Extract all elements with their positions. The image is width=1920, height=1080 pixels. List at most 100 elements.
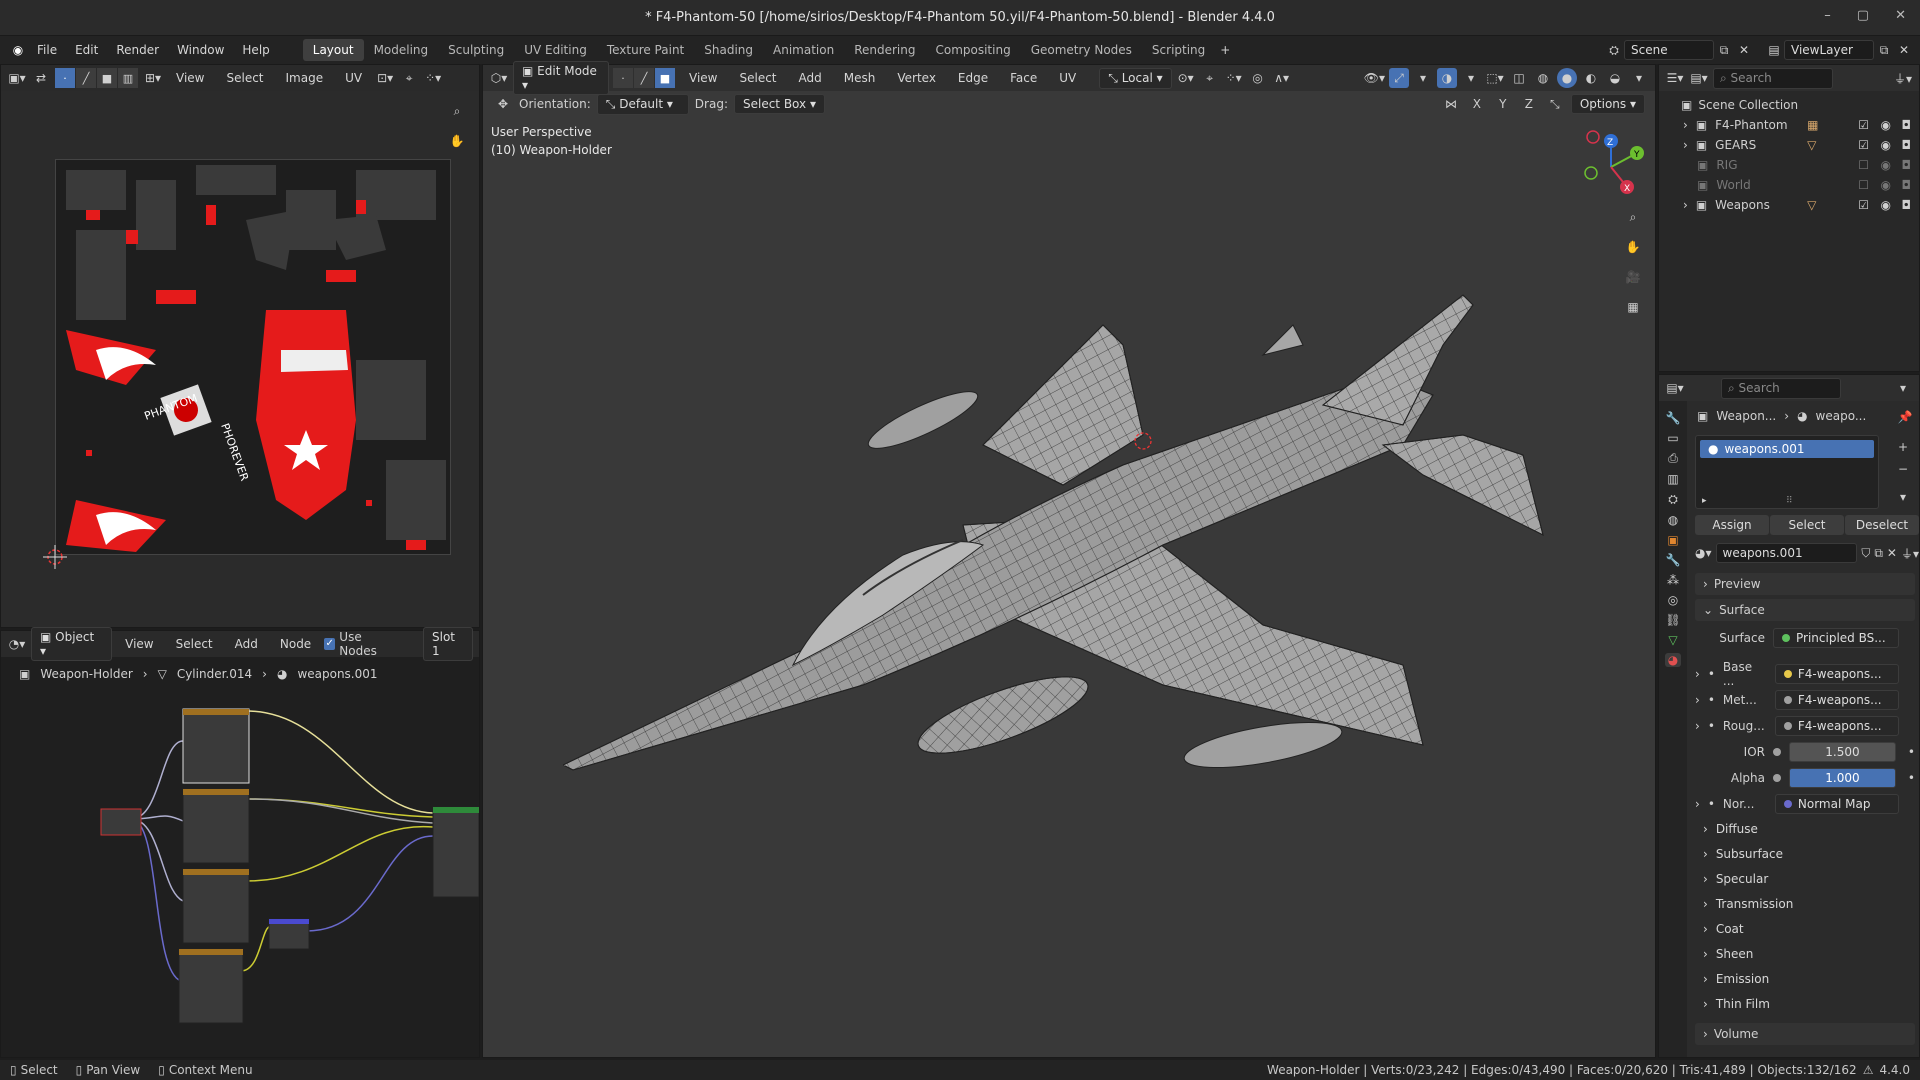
surface-shader-select[interactable]: Principled BS... (1773, 628, 1899, 648)
volume-panel[interactable]: › Volume (1695, 1023, 1915, 1045)
tab-layout[interactable]: Layout (302, 39, 364, 61)
edge-mode-icon[interactable]: ╱ (634, 68, 654, 88)
particles-tab-icon[interactable]: ⁂ (1667, 573, 1679, 587)
2d-cursor-icon[interactable] (43, 545, 67, 569)
eye-icon[interactable]: ◉ (1881, 158, 1891, 172)
outliner-item[interactable]: › ▣ Weapons ▽ ☑ ◉ ◘ (1659, 195, 1919, 215)
outliner-type-icon[interactable]: ☰▾ (1665, 68, 1685, 88)
world-tab-icon[interactable]: ◍ (1668, 513, 1678, 527)
outliner-item[interactable]: › ▣ GEARS ▽ ☑ ◉ ◘ (1659, 135, 1919, 155)
output-tab-icon[interactable]: ⎙ (1668, 451, 1678, 466)
expand-list-icon[interactable]: ▸ (1702, 496, 1707, 506)
tab-scripting[interactable]: Scripting (1142, 39, 1215, 61)
material-filter-icon[interactable]: ⏚▾ (1901, 545, 1919, 562)
material-tab-icon[interactable]: ◕ (1664, 653, 1682, 667)
pivot-icon[interactable]: ⊡▾ (375, 68, 395, 88)
filter-icon[interactable]: ⏚▾ (1893, 68, 1913, 88)
mode-select[interactable]: ▣ Edit Mode ▾ (513, 61, 609, 95)
gizmo-menu-icon[interactable]: ▾ (1413, 68, 1433, 88)
section-coat[interactable]: › Coat (1703, 919, 1744, 939)
mirror-y-toggle[interactable]: Y (1493, 94, 1513, 114)
ortho-toggle-icon[interactable]: ▦ (1623, 297, 1643, 317)
proportional-edit-icon[interactable]: ◎ (1248, 68, 1268, 88)
mirror-z-toggle[interactable]: Z (1519, 94, 1539, 114)
deselect-button[interactable]: Deselect (1845, 515, 1919, 535)
snap-toggle-icon[interactable]: ⌖ (1200, 68, 1220, 88)
scene-collection-row[interactable]: ▣ Scene Collection (1659, 95, 1919, 115)
slot-menu-icon[interactable]: ▾ (1893, 487, 1913, 507)
unlink-material-icon[interactable]: ✕ (1887, 546, 1897, 560)
vp-menu-uv[interactable]: UV (1050, 71, 1085, 85)
material-slot-item[interactable]: ● weapons.001 (1700, 440, 1874, 458)
camera-icon[interactable]: ◘ (1902, 158, 1912, 172)
input-link-select[interactable]: F4-weapons... (1774, 664, 1899, 684)
overlay-toggle-icon[interactable]: ◑ (1437, 68, 1457, 88)
constraints-tab-icon[interactable]: ⛓ (1665, 613, 1680, 627)
tab-uv-editing[interactable]: UV Editing (514, 39, 597, 61)
tab-sculpting[interactable]: Sculpting (438, 39, 514, 61)
eye-icon[interactable]: ◉ (1881, 178, 1891, 192)
wireframe-shading-icon[interactable]: ◍ (1533, 68, 1553, 88)
select-button[interactable]: Select (1770, 515, 1844, 535)
camera-icon[interactable]: ◘ (1902, 138, 1912, 152)
material-name-field[interactable]: weapons.001 (1715, 543, 1858, 563)
drag-select[interactable]: Select Box ▾ (733, 94, 825, 114)
outliner-item[interactable]: ▣ World ☐ ◉ ◘ (1659, 175, 1919, 195)
navigation-gizmo[interactable]: Z Y X (1571, 127, 1651, 207)
gizmo-toggle-icon[interactable]: ⤢ (1389, 68, 1409, 88)
editor-type-icon[interactable]: ▣▾ (7, 68, 27, 88)
image-menu-image[interactable]: Image (277, 71, 333, 85)
expand-icon[interactable]: › (1683, 138, 1688, 152)
blender-logo-icon[interactable]: ◉ (8, 40, 28, 60)
pin-icon[interactable]: 📌 (1895, 407, 1915, 427)
eye-icon[interactable]: ◉ (1881, 118, 1891, 132)
include-checkbox[interactable]: ☑ (1858, 198, 1869, 212)
modifier-tab-icon[interactable]: 🔧 (1666, 553, 1681, 567)
add-workspace-icon[interactable]: + (1215, 40, 1235, 60)
snap-icon[interactable]: ⌖ (399, 68, 419, 88)
tab-modeling[interactable]: Modeling (364, 39, 439, 61)
vp-menu-add[interactable]: Add (790, 71, 831, 85)
image-menu-select[interactable]: Select (217, 71, 272, 85)
tab-rendering[interactable]: Rendering (844, 39, 925, 61)
view-layer-field[interactable]: ViewLayer (1784, 40, 1874, 60)
normal-link-select[interactable]: Normal Map (1774, 794, 1899, 814)
auto-merge-icon[interactable]: ⋈ (1441, 94, 1461, 114)
properties-type-icon[interactable]: ▤▾ (1665, 378, 1685, 398)
rendered-shading-icon[interactable]: ◒ (1605, 68, 1625, 88)
node-menu-view[interactable]: View (116, 637, 162, 651)
section-thin-film[interactable]: › Thin Film (1703, 994, 1770, 1014)
ior-field[interactable]: 1.500 (1789, 742, 1896, 762)
falloff-icon[interactable]: ∧▾ (1272, 68, 1292, 88)
mesh-options-icon[interactable]: ⤡ (1545, 94, 1565, 114)
material-slot-list[interactable]: ● weapons.001 ▸ ⠿ (1695, 435, 1879, 509)
vp-menu-view[interactable]: View (680, 71, 726, 85)
camera-icon[interactable]: ◘ (1902, 198, 1912, 212)
viewport-pan-icon[interactable]: ✋ (1623, 237, 1643, 257)
face-select-icon[interactable]: ■ (97, 68, 117, 88)
maximize-button[interactable]: ▢ (1857, 8, 1869, 23)
sticky-mode-icon[interactable]: ⊞▾ (143, 68, 163, 88)
vp-menu-vertex[interactable]: Vertex (888, 71, 945, 85)
menu-edit[interactable]: Edit (66, 43, 107, 57)
chevron-right-icon[interactable]: › (1695, 719, 1700, 733)
vertex-mode-icon[interactable]: · (613, 68, 633, 88)
include-checkbox[interactable]: ☐ (1858, 178, 1869, 192)
orientation-select[interactable]: ⤡ Default ▾ (596, 93, 689, 115)
camera-view-icon[interactable]: 🎥 (1623, 267, 1643, 287)
include-checkbox[interactable]: ☑ (1858, 138, 1869, 152)
expand-icon[interactable]: › (1683, 118, 1688, 132)
physics-tab-icon[interactable]: ◎ (1668, 593, 1678, 607)
mesh-edit-overlay-icon[interactable]: ⬚▾ (1485, 68, 1505, 88)
menu-render[interactable]: Render (107, 43, 168, 57)
chevron-right-icon[interactable]: › (1695, 693, 1700, 707)
view-layer-tab-icon[interactable]: ▥ (1667, 472, 1678, 486)
keyframe-dot-icon[interactable]: • (1908, 771, 1915, 785)
options-dropdown[interactable]: Options ▾ (1570, 94, 1645, 114)
uv-sync-icon[interactable]: ⇄ (31, 68, 51, 88)
browse-material-icon[interactable]: ◕▾ (1695, 546, 1712, 560)
outliner-item[interactable]: › ▣ F4-Phantom ▦ ☑ ◉ ◘ (1659, 115, 1919, 135)
camera-icon[interactable]: ◘ (1902, 118, 1912, 132)
list-resize-handle[interactable]: ⠿ (1786, 496, 1793, 506)
view-layer-icon[interactable]: ▤ (1764, 40, 1784, 60)
